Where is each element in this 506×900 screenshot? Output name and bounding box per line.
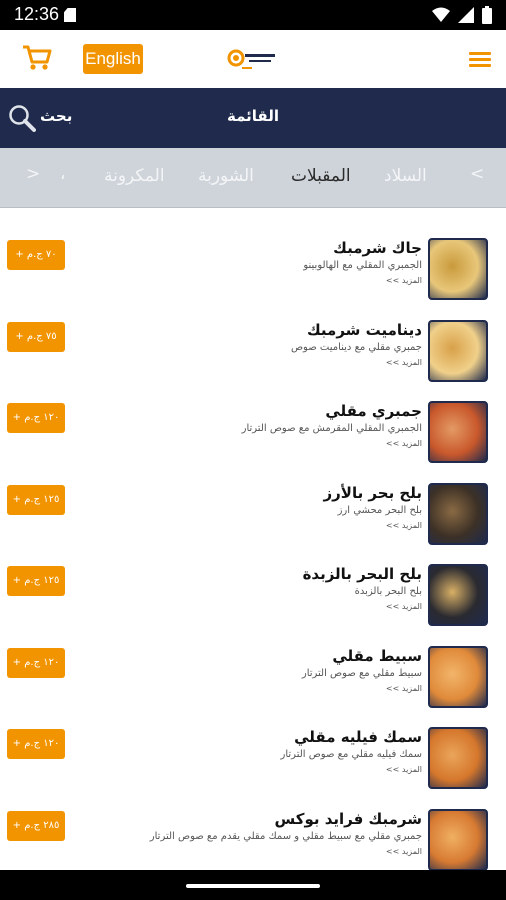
menu-item[interactable]: ١٢٠ ج.م + سبيط مقلي سبيط مقلي مع صوص الت… bbox=[0, 616, 506, 708]
category-tabs: > ، المكرونة الشوربة المقبلات السلاد < bbox=[0, 148, 506, 208]
signal-icon bbox=[458, 7, 474, 23]
menu-item-name: بلح البحر بالزبدة bbox=[302, 565, 422, 583]
tab-pasta[interactable]: المكرونة bbox=[104, 166, 165, 186]
menu-item-description: جمبري مقلي مع سبيط مقلي و سمك مقلي يقدم … bbox=[149, 830, 422, 842]
menu-item-text: بلح البحر بالزبدة بلح البحر بالزبدة المز… bbox=[122, 564, 422, 614]
menu-item-text: بلح بحر بالأرز بلح البحر محشي ارز المزيد… bbox=[122, 483, 423, 533]
menu-item-name: جاك شرمبك bbox=[333, 239, 422, 257]
cart-icon[interactable] bbox=[22, 44, 52, 72]
search-bar: بحث القائمة bbox=[0, 88, 506, 148]
menu-item-more-link[interactable]: المزيد >> bbox=[122, 519, 422, 533]
menu-item-text: جمبري مقلي الجمبري المقلي المقرمش مع صوص… bbox=[122, 401, 422, 451]
menu-item-description: جمبري مقلي مع ديناميت صوص bbox=[290, 341, 422, 353]
menu-item-name: سمك فيليه مقلي bbox=[294, 728, 422, 746]
menu-item-description: الجمبري المقلي المقرمش مع صوص الترتار bbox=[241, 423, 422, 434]
menu-item[interactable]: ١٢٠ ج.م + سمك فيليه مقلي سمك فيليه مقلي … bbox=[0, 697, 506, 789]
menu-item[interactable]: ١٢٠ ج.م + جمبري مقلي الجمبري المقلي المق… bbox=[0, 371, 506, 463]
home-gesture-handle[interactable] bbox=[186, 884, 320, 888]
add-to-cart-button[interactable]: ١٢٠ ج.م + bbox=[7, 647, 65, 678]
menu-item-more-link[interactable]: المزيد >> bbox=[122, 682, 422, 696]
menu-item-description: بلح البحر محشي ارز bbox=[337, 504, 422, 516]
brand-logo bbox=[226, 46, 280, 74]
menu-item-description: سبيط مقلي مع صوص الترتار bbox=[301, 667, 422, 679]
app-header: English bbox=[0, 30, 506, 88]
category-scroll-right-arrow[interactable]: < bbox=[470, 164, 484, 184]
menu-item-text: شرمبك فرايد بوكس جمبري مقلي مع سبيط مقلي… bbox=[122, 809, 422, 859]
menu-item-description: سمك فيليه مقلي مع صوص الترتار bbox=[280, 749, 422, 760]
add-to-cart-button[interactable]: ٧٥ ج.م + bbox=[7, 321, 65, 352]
menu-item-description: الجمبري المقلي مع الهالوبينو bbox=[303, 260, 422, 271]
menu-item-name: ديناميت شرمبك bbox=[306, 320, 422, 339]
add-to-cart-button[interactable]: ٧٠ ج.م + bbox=[7, 240, 65, 270]
menu-item-name: سبيط مقلي bbox=[332, 646, 422, 665]
menu-item-name: شرمبك فرايد بوكس bbox=[274, 809, 422, 828]
hamburger-menu-icon[interactable] bbox=[469, 52, 491, 68]
add-to-cart-button[interactable]: ١٢٠ ج.م + bbox=[7, 729, 65, 759]
add-to-cart-button[interactable]: ٢٨٥ ج.م + bbox=[7, 810, 65, 841]
menu-item[interactable]: ٢٨٥ ج.م + شرمبك فرايد بوكس جمبري مقلي مع… bbox=[0, 779, 506, 870]
tab-soups[interactable]: الشوربة bbox=[198, 166, 254, 186]
tab-salads[interactable]: السلاد bbox=[384, 166, 427, 186]
category-scroll-left-arrow[interactable]: > bbox=[26, 164, 40, 184]
menu-list: ٧٠ ج.م + جاك شرمبك الجمبري المقلي مع اله… bbox=[0, 208, 506, 870]
menu-item[interactable]: ٧٠ ج.م + جاك شرمبك الجمبري المقلي مع اله… bbox=[0, 208, 506, 300]
menu-item-more-link[interactable]: المزيد >> bbox=[122, 763, 422, 777]
tab-appetizers[interactable]: المقبلات bbox=[291, 166, 351, 186]
language-button[interactable]: English bbox=[83, 44, 143, 74]
menu-item-text: سبيط مقلي سبيط مقلي مع صوص الترتار المزي… bbox=[122, 646, 422, 696]
sd-card-icon bbox=[64, 8, 76, 22]
menu-item-text: سمك فيليه مقلي سمك فيليه مقلي مع صوص الت… bbox=[122, 727, 422, 777]
menu-item[interactable]: ٧٥ ج.م + ديناميت شرمبك جمبري مقلي مع دين… bbox=[0, 290, 506, 382]
status-bar: 12:36 bbox=[0, 0, 506, 30]
battery-icon bbox=[482, 6, 492, 24]
add-to-cart-button[interactable]: ١٢٥ ج.م + bbox=[7, 484, 65, 515]
status-time: 12:36 bbox=[14, 4, 60, 24]
menu-item-more-link[interactable]: المزيد >> bbox=[122, 437, 422, 451]
menu-item-text: جاك شرمبك الجمبري المقلي مع الهالوبينو ا… bbox=[122, 238, 422, 288]
menu-item-more-link[interactable]: المزيد >> bbox=[122, 356, 422, 370]
status-icons bbox=[432, 6, 492, 24]
menu-item-more-link[interactable]: المزيد >> bbox=[122, 600, 422, 614]
menu-item-name: بلح بحر بالأرز bbox=[323, 483, 423, 502]
category-separator: ، bbox=[60, 164, 66, 184]
menu-item[interactable]: ١٢٥ ج.م + بلح بحر بالأرز بلح البحر محشي … bbox=[0, 453, 506, 545]
menu-item-description: بلح البحر بالزبدة bbox=[354, 586, 422, 597]
menu-item-text: ديناميت شرمبك جمبري مقلي مع ديناميت صوص … bbox=[122, 320, 422, 370]
wifi-icon bbox=[432, 7, 450, 22]
menu-item-more-link[interactable]: المزيد >> bbox=[122, 274, 422, 288]
add-to-cart-button[interactable]: ١٢٠ ج.م + bbox=[7, 403, 65, 433]
menu-item-photo[interactable] bbox=[428, 808, 488, 870]
menu-item-name: جمبري مقلي bbox=[325, 402, 422, 420]
page-title: القائمة bbox=[227, 107, 279, 125]
system-nav-bar bbox=[0, 870, 506, 900]
add-to-cart-button[interactable]: ١٢٥ ج.م + bbox=[7, 566, 65, 596]
menu-item[interactable]: ١٢٥ ج.م + بلح البحر بالزبدة بلح البحر با… bbox=[0, 534, 506, 626]
menu-item-more-link[interactable]: المزيد >> bbox=[122, 845, 422, 859]
